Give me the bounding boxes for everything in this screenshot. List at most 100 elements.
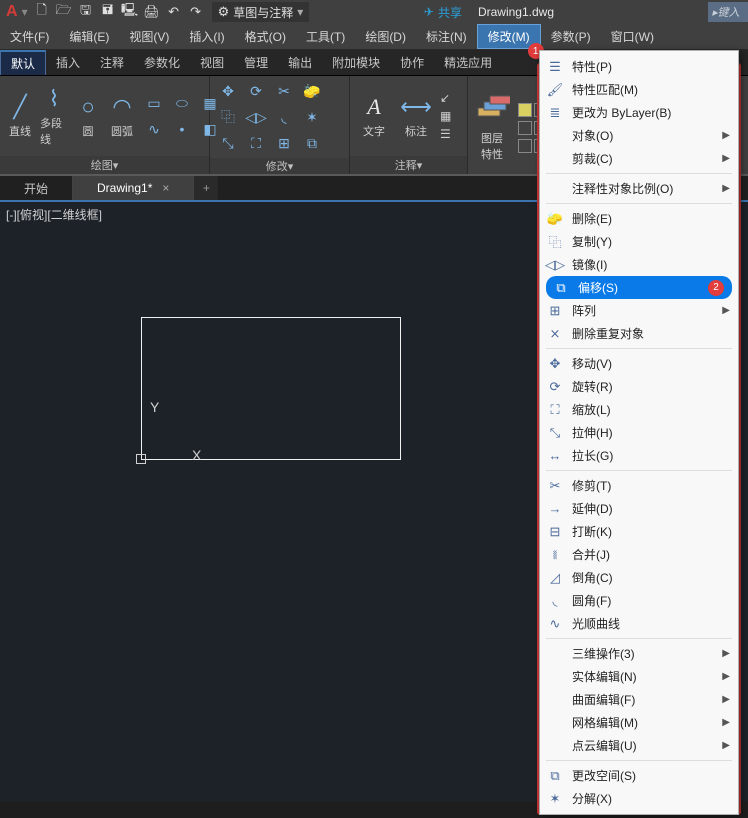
dd-explode[interactable]: ✶分解(X) — [540, 787, 738, 810]
ribbon-tab-collab[interactable]: 协作 — [390, 50, 434, 75]
layerprop-button[interactable]: 图层 特性 — [472, 88, 512, 162]
dd-move[interactable]: ✥移动(V) — [540, 352, 738, 375]
dd-bylayer[interactable]: ≣更改为 ByLayer(B) — [540, 101, 738, 124]
dd-annoscale[interactable]: 注释性对象比例(O)▶ — [540, 177, 738, 200]
ribbon-tab-view[interactable]: 视图 — [190, 50, 234, 75]
dd-object[interactable]: 对象(O)▶ — [540, 124, 738, 147]
ls4[interactable] — [518, 121, 532, 135]
text-button[interactable]: A文字 — [356, 93, 392, 139]
mtext-icon[interactable]: ☰ — [440, 127, 451, 141]
properties-icon: ☰ — [546, 59, 564, 75]
copy-icon[interactable]: ⿻ — [216, 106, 240, 128]
polyline-button[interactable]: ⌇多段线 — [40, 85, 68, 147]
menu-insert[interactable]: 插入(I) — [179, 24, 234, 49]
search-input[interactable]: ▸ 键入 — [708, 2, 748, 22]
dd-surfedit[interactable]: 曲面编辑(F)▶ — [540, 688, 738, 711]
ribbon-tab-output[interactable]: 输出 — [278, 50, 322, 75]
dd-chamfer[interactable]: ◿倒角(C) — [540, 566, 738, 589]
trim-icon[interactable]: ✂ — [272, 80, 296, 102]
ribbon-tab-param[interactable]: 参数化 — [134, 50, 190, 75]
dd-lengthen[interactable]: ↔拉长(G) — [540, 444, 738, 467]
fillet-icon[interactable]: ◟ — [272, 106, 296, 128]
undo-icon[interactable]: ↶ — [166, 4, 182, 20]
dd-overkill[interactable]: ⨯删除重复对象 — [540, 322, 738, 345]
menu-modify[interactable]: 修改(M) 1 — [477, 24, 541, 49]
plot-icon[interactable]: 🖨 — [144, 4, 160, 20]
dd-erase[interactable]: 🧽删除(E) — [540, 207, 738, 230]
mirror-icon[interactable]: ◁▷ — [244, 106, 268, 128]
stretch-icon[interactable]: ⤡ — [216, 132, 240, 154]
dd-scale[interactable]: ⛶缩放(L) — [540, 398, 738, 421]
tab-start[interactable]: 开始 — [0, 176, 73, 200]
spline-icon[interactable]: ∿ — [142, 118, 166, 140]
arc-button[interactable]: ◠圆弧 — [108, 93, 136, 139]
ribbon-tab-annot[interactable]: 注释 — [90, 50, 134, 75]
open-icon[interactable]: 🗁 — [56, 4, 72, 20]
close-icon[interactable]: × — [162, 181, 169, 195]
ls1[interactable] — [518, 103, 532, 117]
line-button[interactable]: ╱直线 — [6, 93, 34, 139]
dd-join[interactable]: ⧛合并(J) — [540, 543, 738, 566]
ribbon-tab-insert[interactable]: 插入 — [46, 50, 90, 75]
ribbon-tab-feat[interactable]: 精选应用 — [434, 50, 502, 75]
dd-mirror[interactable]: ◁▷镜像(I) — [540, 253, 738, 276]
dd-break[interactable]: ⊟打断(K) — [540, 520, 738, 543]
share-button[interactable]: ✈ 共享 — [424, 4, 462, 21]
dd-pcedit[interactable]: 点云编辑(U)▶ — [540, 734, 738, 757]
move-icon[interactable]: ✥ — [216, 80, 240, 102]
ellipse-icon[interactable]: ⬭ — [170, 92, 194, 114]
new-tab-button[interactable]: + — [194, 176, 218, 200]
table-icon[interactable]: ▦ — [440, 109, 451, 123]
web-icon[interactable]: 🖳 — [122, 4, 138, 20]
offset-icon[interactable]: ⧉ — [300, 132, 324, 154]
dd-fillet[interactable]: ◟圆角(F) — [540, 589, 738, 612]
offset-icon: ⧉ — [552, 280, 570, 296]
tab-drawing1[interactable]: Drawing1* × — [73, 176, 194, 200]
menu-dimension[interactable]: 标注(N) — [416, 24, 477, 49]
dropdown-arrow-icon[interactable]: ▾ — [22, 5, 28, 19]
menu-draw[interactable]: 绘图(D) — [355, 24, 416, 49]
dd-blend[interactable]: ∿光顺曲线 — [540, 612, 738, 635]
menu-window[interactable]: 窗口(W) — [601, 24, 664, 49]
dd-offset[interactable]: ⧉偏移(S)2 — [546, 276, 732, 299]
viewport-label[interactable]: [-][俯视][二维线框] — [6, 206, 102, 223]
saveas-icon[interactable]: 🖬 — [100, 4, 116, 20]
scale-icon[interactable]: ⛶ — [244, 132, 268, 154]
ribbon-tab-manage[interactable]: 管理 — [234, 50, 278, 75]
menu-tools[interactable]: 工具(T) — [296, 24, 355, 49]
dd-copy[interactable]: ⿻复制(Y) — [540, 230, 738, 253]
erase-icon[interactable]: 🧽 — [300, 80, 324, 102]
dd-properties[interactable]: ☰特性(P) — [540, 55, 738, 78]
array-icon[interactable]: ⊞ — [272, 132, 296, 154]
dd-extend[interactable]: →延伸(D) — [540, 497, 738, 520]
menu-edit[interactable]: 编辑(E) — [59, 24, 119, 49]
rect-icon[interactable]: ▭ — [142, 92, 166, 114]
dd-array[interactable]: ⊞阵列▶ — [540, 299, 738, 322]
ls7[interactable] — [518, 139, 532, 153]
rotate-icon[interactable]: ⟳ — [244, 80, 268, 102]
dd-solidedit[interactable]: 实体编辑(N)▶ — [540, 665, 738, 688]
new-icon[interactable]: 🗋 — [34, 4, 50, 20]
dd-trim[interactable]: ✂修剪(T) — [540, 474, 738, 497]
dd-chspace[interactable]: ⧉更改空间(S) — [540, 764, 738, 787]
leader-icon[interactable]: ↙ — [440, 91, 451, 105]
dd-rotate[interactable]: ⟳旋转(R) — [540, 375, 738, 398]
menu-view[interactable]: 视图(V) — [119, 24, 179, 49]
dd-clip[interactable]: 剪裁(C)▶ — [540, 147, 738, 170]
ribbon-tab-default[interactable]: 默认 — [0, 50, 46, 75]
menu-format[interactable]: 格式(O) — [235, 24, 296, 49]
ribbon-tab-addon[interactable]: 附加模块 — [322, 50, 390, 75]
menu-param[interactable]: 参数(P) — [541, 24, 601, 49]
dd-stretch[interactable]: ⤡拉伸(H) — [540, 421, 738, 444]
save-icon[interactable]: 🖫 — [78, 4, 94, 20]
point-icon[interactable]: • — [170, 118, 194, 140]
drawing-rectangle[interactable] — [141, 317, 401, 460]
dd-meshedit[interactable]: 网格编辑(M)▶ — [540, 711, 738, 734]
dim-button[interactable]: ⟷标注 — [398, 93, 434, 139]
circle-button[interactable]: ○圆 — [74, 93, 102, 139]
dd-matchprop[interactable]: 🖌特性匹配(M) — [540, 78, 738, 101]
separator — [546, 203, 732, 204]
menu-file[interactable]: 文件(F) — [0, 24, 59, 49]
dd-3dops[interactable]: 三维操作(3)▶ — [540, 642, 738, 665]
explode-icon[interactable]: ✶ — [300, 106, 324, 128]
